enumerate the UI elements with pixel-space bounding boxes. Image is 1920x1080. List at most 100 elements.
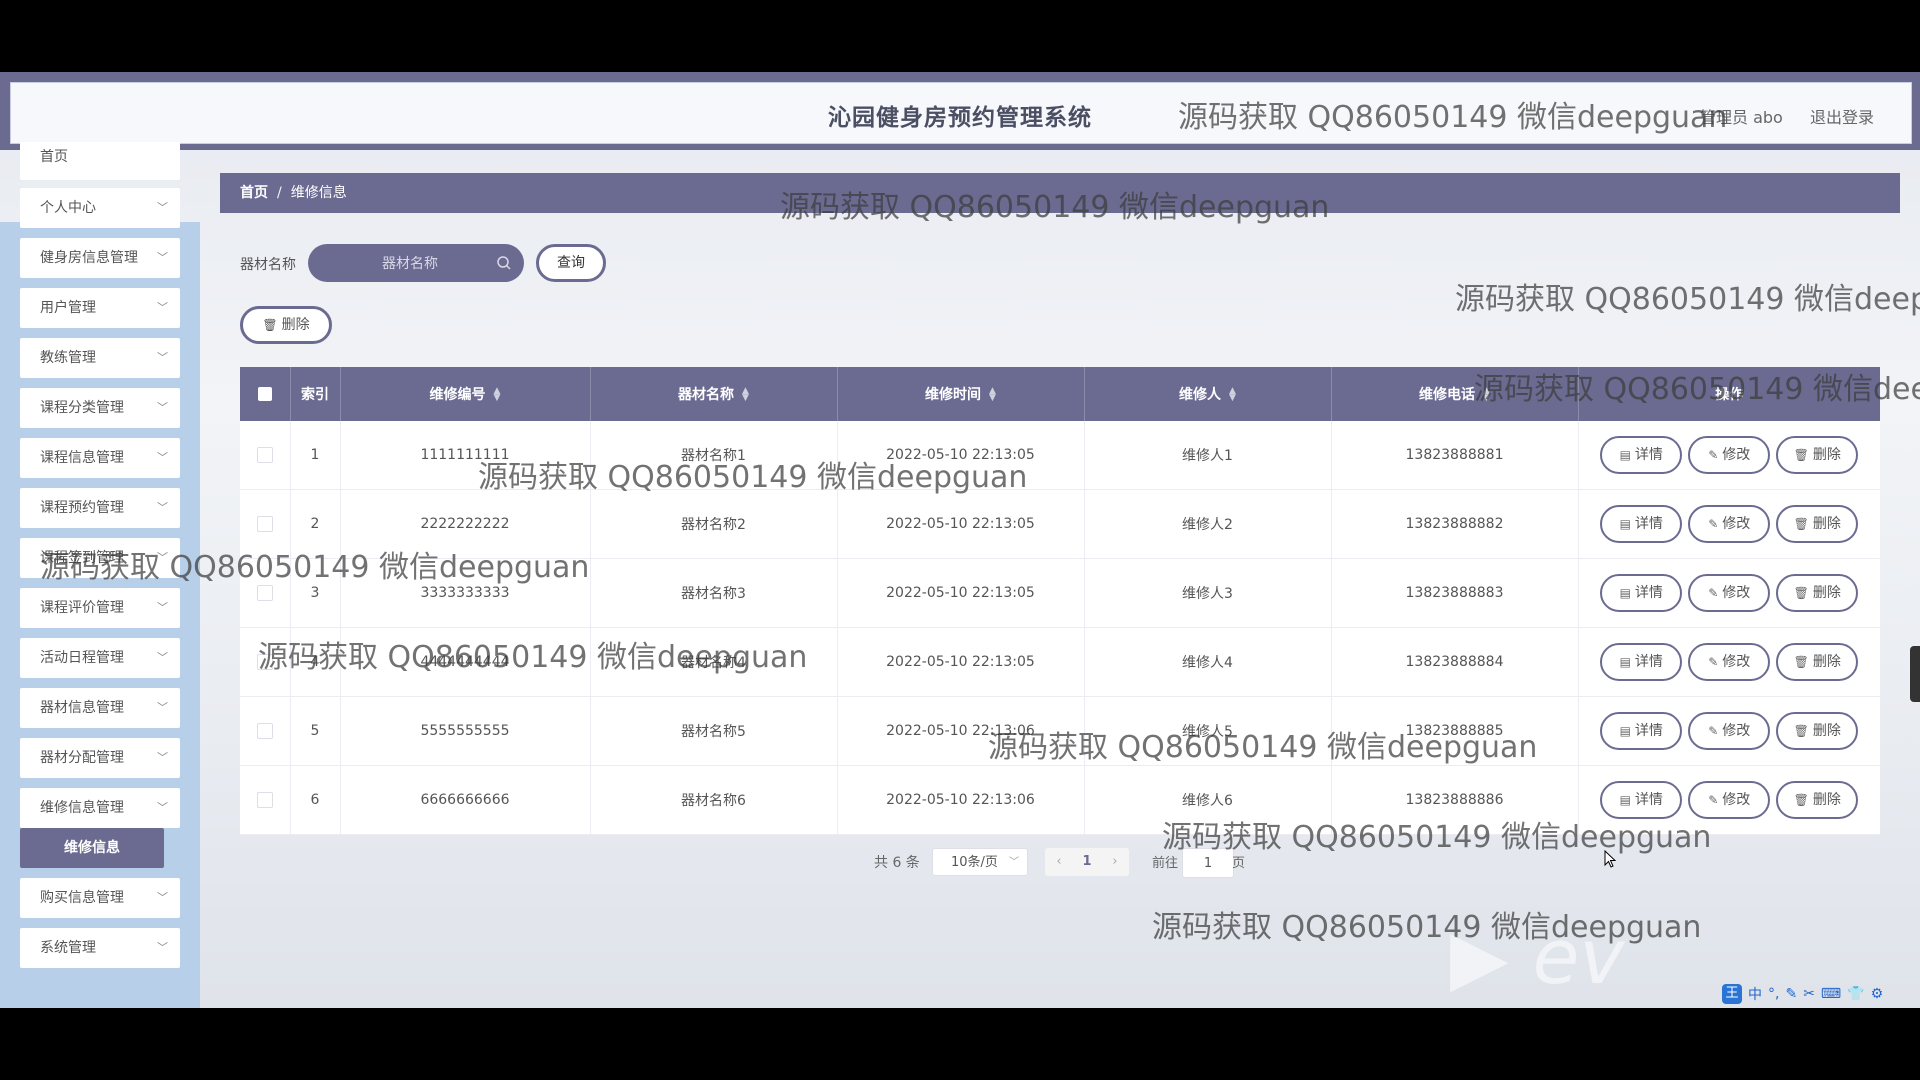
sidebar-item-gym[interactable]: 健身房信息管理 ﹀ <box>20 238 180 278</box>
sidebar-item-label: 用户管理 <box>40 300 96 316</box>
sort-icon[interactable]: ▲ ▼ <box>742 387 749 403</box>
delete-label: 删除 <box>1812 447 1841 463</box>
cell-person: 维修人5 <box>1084 696 1332 766</box>
punctuation-icon[interactable]: °, <box>1768 986 1779 1002</box>
column-header-label: 维修时间 <box>925 387 982 403</box>
sidebar-item-repair[interactable]: 维修信息管理 ﹀ <box>20 788 180 828</box>
edit-button[interactable]: ✎ 修改 <box>1688 574 1771 612</box>
delete-button[interactable]: 🗑 删除 <box>1776 574 1859 612</box>
cell-code: 3333333333 <box>340 558 591 628</box>
page-number[interactable]: 1 <box>1077 848 1097 876</box>
detail-button[interactable]: ▤ 详情 <box>1600 781 1683 819</box>
edit-button[interactable]: ✎ 修改 <box>1688 712 1771 750</box>
ime-logo-icon[interactable]: 王 <box>1722 984 1742 1004</box>
column-header[interactable]: 维修时间 ▲ ▼ <box>837 367 1085 421</box>
ime-lang[interactable]: 中 <box>1748 984 1762 1004</box>
delete-button[interactable]: 🗑 删除 <box>1776 505 1859 543</box>
sidebar-item-course-booking[interactable]: 课程预约管理 ﹀ <box>20 488 180 528</box>
table-row: 6 6666666666 器材名称6 2022-05-10 22:13:06 维… <box>240 765 1880 835</box>
edit-button[interactable]: ✎ 修改 <box>1688 436 1771 474</box>
page-size-select[interactable]: 10条/页 ﹀ <box>932 848 1028 876</box>
chevron-down-icon: ﹀ <box>157 251 168 264</box>
sort-icon[interactable]: ▲ ▼ <box>1229 387 1236 403</box>
scissors-icon[interactable]: ✂ <box>1803 986 1815 1002</box>
edit-button[interactable]: ✎ 修改 <box>1688 505 1771 543</box>
delete-button[interactable]: 🗑 删除 <box>1776 781 1859 819</box>
column-header-label: 维修编号 <box>429 387 486 403</box>
sidebar-item-schedule[interactable]: 活动日程管理 ﹀ <box>20 638 180 678</box>
delete-button[interactable]: 🗑 删除 <box>1776 436 1859 474</box>
trash-icon: 🗑 <box>1793 517 1809 531</box>
cell-index: 3 <box>290 558 341 628</box>
query-button[interactable]: 查询 <box>536 244 606 282</box>
sidebar-item-users[interactable]: 用户管理 ﹀ <box>20 288 180 328</box>
chevron-down-icon: ﹀ <box>157 501 168 514</box>
row-checkbox[interactable] <box>256 447 273 463</box>
sidebar-item-home[interactable]: 首页 <box>20 142 180 180</box>
detail-button[interactable]: ▤ 详情 <box>1600 436 1683 474</box>
cell-name: 器材名称6 <box>590 765 838 835</box>
breadcrumb-separator: / <box>277 185 282 201</box>
next-page-icon[interactable]: › <box>1105 848 1125 876</box>
sort-icon[interactable]: ▲ ▼ <box>989 387 996 403</box>
chevron-down-icon: ﹀ <box>157 301 168 314</box>
document-icon: ▤ <box>1619 517 1631 531</box>
goto-page-input[interactable] <box>1182 848 1234 878</box>
row-checkbox[interactable] <box>256 585 273 601</box>
search-input[interactable] <box>328 252 492 276</box>
row-checkbox[interactable] <box>256 792 273 808</box>
delete-button[interactable]: 🗑 删除 <box>1776 712 1859 750</box>
gear-icon[interactable]: ⚙ <box>1871 986 1884 1002</box>
row-checkbox[interactable] <box>256 516 273 532</box>
detail-button[interactable]: ▤ 详情 <box>1600 643 1683 681</box>
chevron-down-icon: ﹀ <box>157 451 168 464</box>
trash-icon: 🗑 <box>1793 586 1809 600</box>
column-header[interactable]: 维修电话 ▲ ▼ <box>1331 367 1579 421</box>
chevron-down-icon: ﹀ <box>157 651 168 664</box>
logout-link[interactable]: 退出登录 <box>1810 104 1874 128</box>
chevron-down-icon: ﹀ <box>157 401 168 414</box>
sidebar-subitem-repair-info[interactable]: 维修信息 <box>20 828 164 868</box>
sidebar-item-personal[interactable]: 个人中心 ﹀ <box>20 188 180 228</box>
edit-button[interactable]: ✎ 修改 <box>1688 643 1771 681</box>
sidebar-item-label: 购买信息管理 <box>40 890 124 906</box>
detail-button[interactable]: ▤ 详情 <box>1600 574 1683 612</box>
sidebar-item-course-checkin[interactable]: 课程签到管理 ﹀ <box>20 538 180 578</box>
detail-button[interactable]: ▤ 详情 <box>1600 712 1683 750</box>
breadcrumb-home[interactable]: 首页 <box>240 185 268 201</box>
column-header[interactable]: 维修人 ▲ ▼ <box>1084 367 1332 421</box>
detail-label: 详情 <box>1634 516 1663 532</box>
sidebar-item-course-category[interactable]: 课程分类管理 ﹀ <box>20 388 180 428</box>
sort-icon[interactable]: ▲ ▼ <box>494 387 501 403</box>
detail-button[interactable]: ▤ 详情 <box>1600 505 1683 543</box>
cell-index: 6 <box>290 765 341 835</box>
delete-button[interactable]: 🗑 删除 <box>1776 643 1859 681</box>
cell-code: 1111111111 <box>340 421 591 490</box>
sidebar-item-course-info[interactable]: 课程信息管理 ﹀ <box>20 438 180 478</box>
row-check-cell <box>240 765 291 835</box>
column-header-label: 维修人 <box>1179 387 1222 403</box>
sidebar-item-system[interactable]: 系统管理 ﹀ <box>20 928 180 968</box>
pen-icon[interactable]: ✎ <box>1785 986 1797 1002</box>
sidebar-item-course-review[interactable]: 课程评价管理 ﹀ <box>20 588 180 628</box>
cell-time: 2022-05-10 22:13:06 <box>837 696 1085 766</box>
sidebar-item-coaches[interactable]: 教练管理 ﹀ <box>20 338 180 378</box>
prev-page-icon[interactable]: ‹ <box>1049 848 1069 876</box>
column-header[interactable]: 维修编号 ▲ ▼ <box>340 367 591 421</box>
row-checkbox[interactable] <box>256 654 273 670</box>
select-all-checkbox[interactable] <box>257 387 272 401</box>
search-icon[interactable] <box>494 253 514 273</box>
sidebar-item-equipment-assign[interactable]: 器材分配管理 ﹀ <box>20 738 180 778</box>
chevron-down-icon: ﹀ <box>157 601 168 614</box>
column-header: 操作 <box>1578 367 1880 421</box>
batch-delete-button[interactable]: 🗑 删除 <box>240 306 332 344</box>
edit-button[interactable]: ✎ 修改 <box>1688 781 1771 819</box>
keyboard-icon[interactable]: ⌨ <box>1821 986 1841 1002</box>
sidebar-item-equipment[interactable]: 器材信息管理 ﹀ <box>20 688 180 728</box>
sort-icon[interactable]: ▲ ▼ <box>1483 387 1490 403</box>
skin-icon[interactable]: 👕 <box>1847 986 1864 1002</box>
side-handle[interactable] <box>1910 646 1920 702</box>
column-header[interactable]: 器材名称 ▲ ▼ <box>590 367 838 421</box>
sidebar-item-purchase[interactable]: 购买信息管理 ﹀ <box>20 878 180 918</box>
row-checkbox[interactable] <box>256 723 273 739</box>
